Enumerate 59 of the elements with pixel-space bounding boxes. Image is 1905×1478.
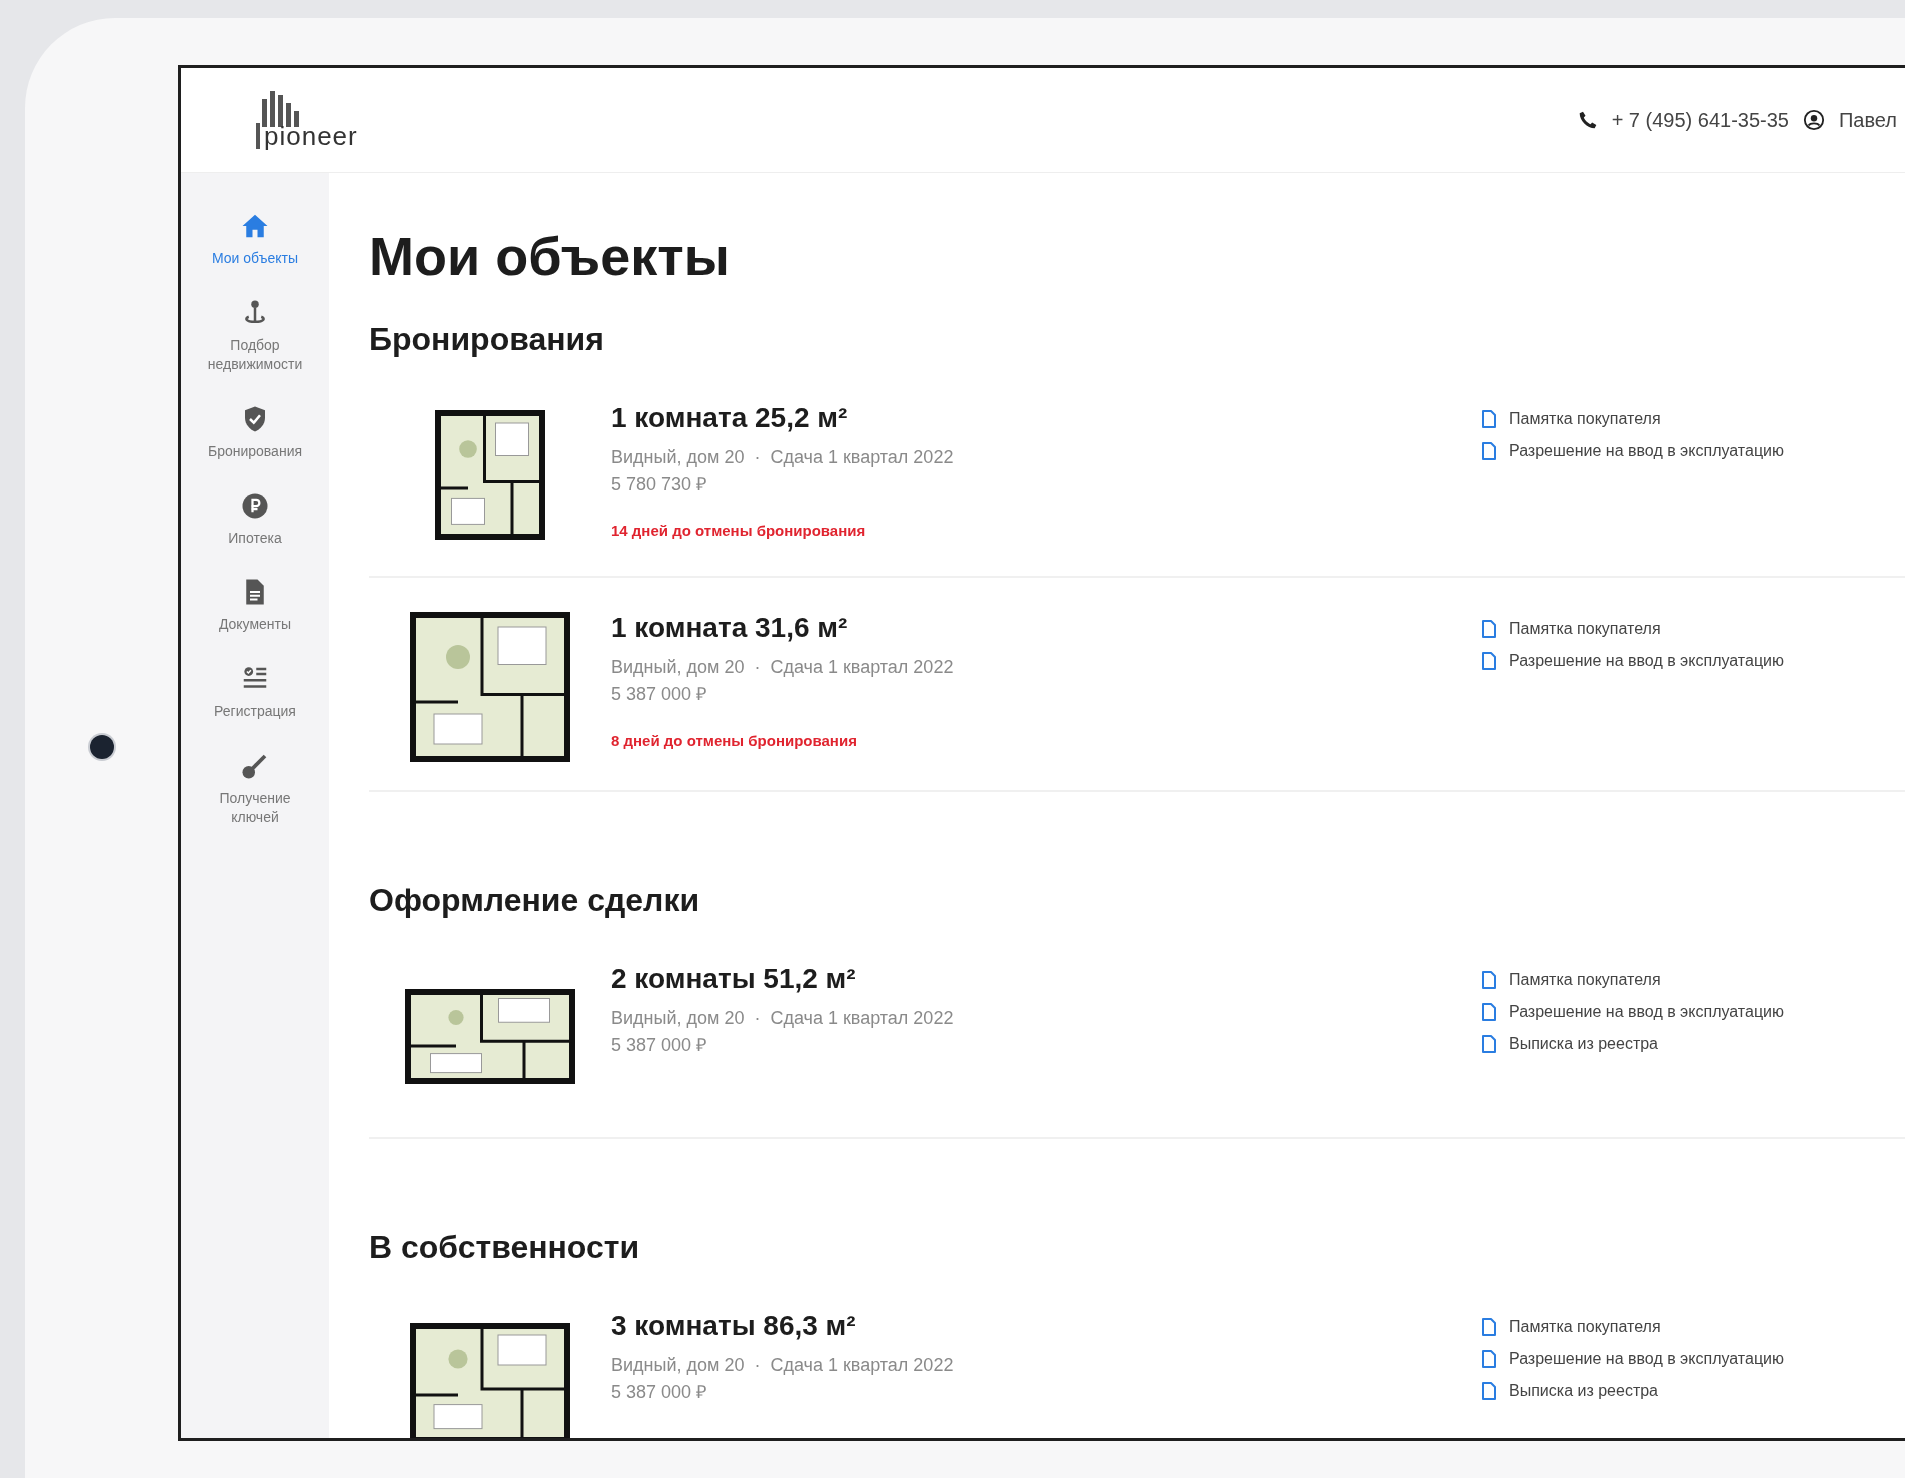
apartment-title[interactable]: 3 комнаты 86,3 м² [611,1310,1481,1342]
apartment-title[interactable]: 1 комната 25,2 м² [611,402,1481,434]
phone-number[interactable]: + 7 (495) 641-35-35 [1611,108,1789,132]
document-link[interactable]: Памятка покупателя [1481,620,1784,638]
sidebar-item[interactable]: Ипотека [195,490,315,548]
handover-text: Сдача 1 квартал 2022 [770,656,954,679]
document-icon [1481,1003,1497,1021]
apartment-title[interactable]: 2 комнаты 51,2 м² [611,963,1481,995]
document-icon [1481,1350,1497,1368]
price-text: 5 387 000 ₽ [611,683,708,706]
separator-dot: · [754,1007,761,1030]
document-link[interactable]: Разрешение на ввод в эксплуатацию [1481,1003,1784,1021]
camera-dot [89,735,114,759]
user-icon [1802,109,1825,131]
price-text: 5 387 000 ₽ [611,1381,708,1404]
document-link[interactable]: Разрешение на ввод в эксплуатацию [1481,1350,1784,1368]
phone-icon [1577,110,1598,130]
sidebar-item[interactable]: Мои объекты [195,211,315,268]
document-icon [1481,652,1497,670]
section-heading: В собственности [369,1229,641,1266]
document-icon [1481,1318,1497,1336]
document-link[interactable]: Разрешение на ввод в эксплуатацию [1481,652,1784,670]
document-link[interactable]: Памятка покупателя [1481,971,1784,989]
section-heading: Бронирования [369,321,605,358]
location-text: Видный, дом 20 [611,656,745,679]
sidebar-item[interactable]: Подбор недвижимости [195,297,315,374]
handover-text: Сдача 1 квартал 2022 [770,1007,954,1030]
location-text: Видный, дом 20 [611,1007,745,1030]
section-heading: Оформление сделки [369,882,701,919]
document-link[interactable]: Выписка из реестра [1481,1035,1784,1053]
document-icon [1481,410,1497,428]
sidebar-item[interactable]: Бронирования [195,403,315,461]
sidebar-item[interactable]: Документы [195,577,315,635]
separator-dot: · [754,1354,761,1377]
user-name[interactable]: Павел [1838,108,1897,132]
document-icon [1481,442,1497,460]
handover-text: Сдача 1 квартал 2022 [770,1354,954,1377]
handover-text: Сдача 1 квартал 2022 [770,446,954,469]
sidebar-item[interactable]: Регистрация [195,664,315,722]
location-text: Видный, дом 20 [611,1354,745,1377]
document-icon [1481,971,1497,989]
document-icon [1481,620,1497,638]
document-icon [1481,1035,1497,1053]
separator-dot: · [754,446,761,469]
document-icon [1481,1382,1497,1400]
document-link[interactable]: Памятка покупателя [1481,410,1784,428]
separator-dot: · [754,656,761,679]
page-title: Мои объекты [369,225,731,287]
logo-text: pioneer [256,123,358,149]
price-text: 5 780 730 ₽ [611,473,708,496]
document-link[interactable]: Памятка покупателя [1481,1318,1784,1336]
sidebar-item[interactable]: Получение ключей [195,751,315,827]
location-text: Видный, дом 20 [611,446,745,469]
price-text: 5 387 000 ₽ [611,1034,708,1057]
cancellation-warning: 14 дней до отмены бронирования [611,522,867,539]
document-link[interactable]: Выписка из реестра [1481,1382,1784,1400]
apartment-title[interactable]: 1 комната 31,6 м² [611,612,1481,644]
cancellation-warning: 8 дней до отмены бронирования [611,732,858,749]
document-link[interactable]: Разрешение на ввод в эксплуатацию [1481,442,1784,460]
